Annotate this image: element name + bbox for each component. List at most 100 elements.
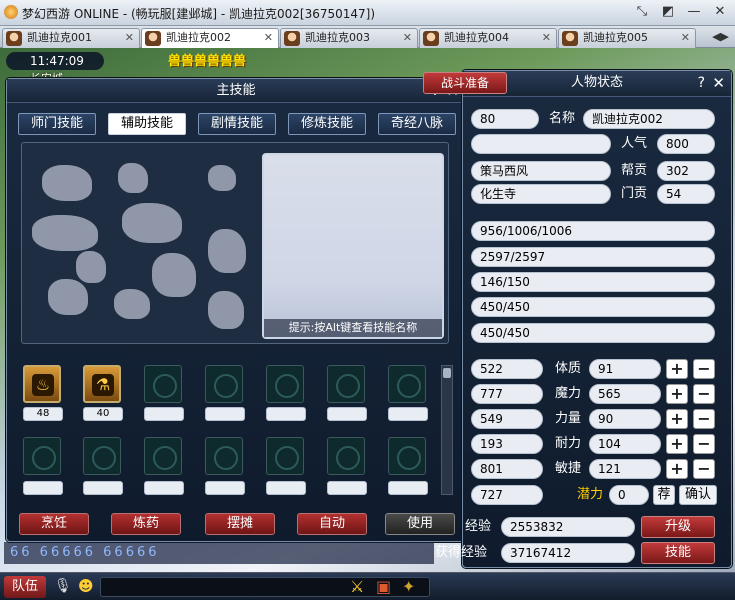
skill-level-empty [83,481,123,495]
battle-ready-tab[interactable]: 战斗准备 [423,72,507,94]
skill-level-empty [266,407,306,421]
cook-button[interactable]: 烹饪 [19,513,89,535]
avatar-icon [423,31,439,46]
skill-slot-cooking[interactable]: ♨ [23,365,61,403]
tab-account-001[interactable]: 凯迪拉克001 ✕ [2,28,140,48]
stat-value: 549 [471,409,543,429]
empty-skill-slot[interactable] [327,365,365,403]
tab-story-skills[interactable]: 剧情技能 [198,113,276,135]
skill-level-empty [144,407,184,421]
stat-label-strength: 力量 [555,411,582,426]
add-point-button[interactable]: + [666,459,688,479]
popularity-field: 800 [657,134,715,154]
empty-skill-slot[interactable] [388,437,426,475]
skill-level-empty [266,481,306,495]
refine-medicine-button[interactable]: 炼药 [111,513,181,535]
figure-icon [122,203,182,243]
skills-window-header[interactable]: 主技能 ? ✕ [7,79,465,103]
tab-account-003[interactable]: 凯迪拉克003 ✕ [280,28,418,48]
add-point-button[interactable]: + [666,359,688,379]
add-point-button[interactable]: + [666,409,688,429]
tab-account-005[interactable]: 凯迪拉克005 ✕ [558,28,696,48]
skill-level-empty [327,481,367,495]
pin-icon[interactable]: ⤡ [633,4,651,20]
upgrade-button[interactable]: 升级 [641,516,715,538]
gift-icon[interactable]: ✦ [402,577,415,596]
tab-account-004[interactable]: 凯迪拉克004 ✕ [419,28,557,48]
figure-icon [208,229,246,273]
empty-skill-slot[interactable] [144,365,182,403]
auto-button[interactable]: 自动 [297,513,367,535]
status-close-button[interactable]: ✕ [712,71,725,95]
tab-account-002[interactable]: 凯迪拉克002 ✕ [141,28,279,49]
remove-point-button[interactable]: − [693,434,715,454]
blank-field [471,134,611,154]
scene-banner: 兽兽兽兽兽兽 [168,54,247,69]
school-contrib-field: 54 [657,184,715,204]
weapon-icon[interactable]: ⚔ [350,577,364,596]
tab-close-icon[interactable]: ✕ [403,29,412,47]
empty-skill-slot[interactable] [205,437,243,475]
skills-button[interactable]: 技能 [641,542,715,564]
empty-skill-slot[interactable] [266,365,304,403]
tab-close-icon[interactable]: ✕ [681,29,690,47]
empty-skill-slot[interactable] [23,437,61,475]
remove-point-button[interactable]: − [693,359,715,379]
empty-skill-slot[interactable] [327,437,365,475]
bag-icon[interactable]: ▣ [376,577,391,596]
stat-label-constitution: 体质 [555,361,582,376]
status-window: 战斗准备 人物状态 ? ✕ 80 名称 凯迪拉克002 人气 800 策马西风 … [423,70,732,568]
empty-skill-slot[interactable] [266,437,304,475]
potential-field: 0 [609,485,649,505]
scroll-thumb[interactable] [443,368,451,378]
tab-close-icon[interactable]: ✕ [542,29,551,47]
tab-cultivation-skills[interactable]: 修炼技能 [288,113,366,135]
recommend-button[interactable]: 荐 [653,485,675,505]
game-logo-icon [4,5,18,19]
level-field: 80 [471,109,539,129]
restore-icon[interactable]: ◩ [659,4,677,20]
minimize-button[interactable]: — [685,4,703,20]
emote-icon[interactable]: ☻ [78,577,94,595]
tab-school-skills[interactable]: 师门技能 [18,113,96,135]
figure-icon [76,251,106,283]
figure-icon [114,289,150,319]
game-clock: 11:47:09 [6,52,104,70]
avatar-icon [284,31,300,46]
figure-icon [118,163,148,193]
use-button[interactable]: 使用 [385,513,455,535]
exp-label: 经验 [465,519,492,534]
add-point-button[interactable]: + [666,434,688,454]
team-button[interactable]: 队伍 [4,576,46,598]
empty-skill-slot[interactable] [388,365,426,403]
status-window-header[interactable]: 战斗准备 人物状态 ? ✕ [423,71,731,97]
empty-skill-slot[interactable] [205,365,243,403]
name-field: 凯迪拉克002 [583,109,715,129]
bottom-toolbar: 队伍 🎙 ☻ ⚔ ▣ ✦ [0,572,735,600]
tab-close-icon[interactable]: ✕ [125,29,134,47]
skill-slot-alchemy[interactable]: ⚗ [83,365,121,403]
empty-skill-slot[interactable] [83,437,121,475]
stat-points: 90 [589,409,661,429]
skills-window: 主技能 ? ✕ 师门技能 辅助技能 剧情技能 修炼技能 奇经八脉 提示:按Alt… [6,78,466,542]
hp-field: 956/1006/1006 [471,221,715,241]
skill-slots-scrollbar[interactable] [441,365,453,495]
window-titlebar: 梦幻西游 ONLINE - (畅玩服[建邺城] - 凯迪拉克002[367501… [0,0,735,26]
tab-assist-skills[interactable]: 辅助技能 [108,113,186,135]
remove-point-button[interactable]: − [693,459,715,479]
skills-window-title: 主技能 [216,83,256,98]
stall-button[interactable]: 摆摊 [205,513,275,535]
remove-point-button[interactable]: − [693,409,715,429]
status-help-button[interactable]: ? [698,71,705,95]
microphone-icon[interactable]: 🎙 [54,578,72,594]
confirm-button[interactable]: 确认 [679,485,717,505]
close-button[interactable]: ✕ [711,4,729,20]
window-title: 梦幻西游 ONLINE - (畅玩服[建邺城] - 凯迪拉克002[367501… [22,7,376,21]
remove-point-button[interactable]: − [693,384,715,404]
add-point-button[interactable]: + [666,384,688,404]
tab-meridian-skills[interactable]: 奇经八脉 [378,113,456,135]
tab-close-icon[interactable]: ✕ [264,29,273,47]
empty-skill-slot[interactable] [144,437,182,475]
chat-line: 66 66666 66666 [4,542,434,564]
tab-scroll-icon[interactable]: ◀▶ [712,30,729,43]
